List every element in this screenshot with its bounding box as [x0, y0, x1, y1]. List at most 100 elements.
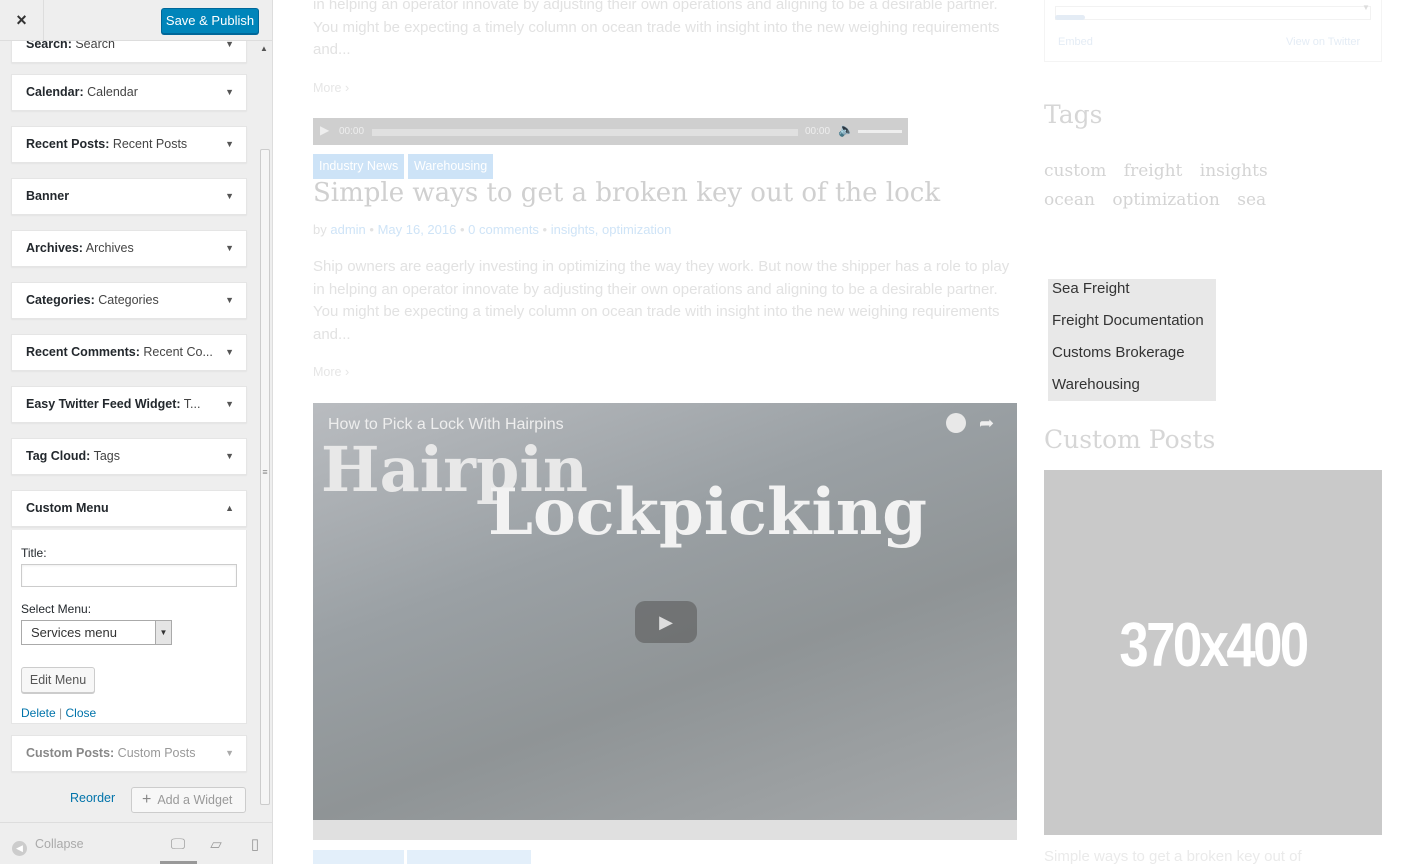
- view-on-twitter-link[interactable]: View on Twitter: [1286, 36, 1360, 48]
- placeholder-image[interactable]: 370x400: [1044, 470, 1382, 835]
- placeholder-size-label: 370x400: [1119, 611, 1309, 680]
- clock-icon[interactable]: [946, 413, 966, 433]
- category-badge[interactable]: Warehousing: [408, 154, 494, 179]
- tag-link[interactable]: custom: [1044, 161, 1106, 181]
- edit-menu-button[interactable]: Edit Menu: [21, 667, 95, 693]
- add-widget-label: Add a Widget: [157, 793, 233, 807]
- customizer-sidebar: × Save & Publish Search: Search ▼ Calend…: [0, 0, 273, 864]
- tags-heading: Tags: [1044, 100, 1103, 129]
- post-title[interactable]: Simple ways to get a broken key out of t…: [313, 178, 940, 208]
- title-label: Title:: [21, 546, 47, 560]
- chevron-down-icon[interactable]: ▼: [225, 75, 234, 110]
- audio-progress-track[interactable]: [372, 129, 798, 136]
- widget-recent-posts[interactable]: Recent Posts: Recent Posts ▼: [11, 126, 247, 163]
- comments-link[interactable]: 0 comments: [468, 222, 539, 237]
- title-input[interactable]: [21, 564, 237, 587]
- widget-title: Recent Posts: Recent Posts: [26, 137, 188, 151]
- more-link[interactable]: More ›: [313, 81, 349, 95]
- chevron-down-icon[interactable]: ▼: [225, 179, 234, 214]
- chevron-down-icon[interactable]: ▼: [225, 736, 234, 771]
- play-icon[interactable]: ▶: [320, 123, 329, 137]
- menu-item-sea-freight[interactable]: Sea Freight: [1052, 280, 1130, 297]
- widget-easy-twitter-feed[interactable]: Easy Twitter Feed Widget: T... ▼: [11, 386, 247, 423]
- widget-custom-menu[interactable]: Custom Menu ▲: [11, 490, 247, 527]
- close-icon[interactable]: ×: [0, 0, 44, 41]
- menu-item-freight-documentation[interactable]: Freight Documentation: [1052, 312, 1204, 329]
- select-menu-label: Select Menu:: [21, 602, 92, 616]
- twitter-timeline-frame: [1055, 6, 1371, 20]
- menu-item-warehousing[interactable]: Warehousing: [1052, 376, 1140, 393]
- scroll-up-arrow-icon[interactable]: ▲: [260, 44, 268, 53]
- mobile-icon[interactable]: ▯: [245, 835, 265, 855]
- twitter-embed-box: ▼ Embed View on Twitter: [1044, 0, 1382, 62]
- collapse-icon: ◀: [12, 841, 27, 856]
- grip-icon: ≡: [262, 467, 268, 477]
- video-play-button[interactable]: ▶: [635, 601, 697, 643]
- widget-banner[interactable]: Banner ▼: [11, 178, 247, 215]
- widget-title: Categories: Categories: [26, 293, 159, 307]
- menu-item-customs-brokerage[interactable]: Customs Brokerage: [1052, 344, 1185, 361]
- volume-icon[interactable]: 🔈: [838, 122, 854, 138]
- audio-current-time: 00:00: [339, 126, 365, 137]
- chevron-down-icon[interactable]: ▼: [225, 387, 234, 422]
- tags-link[interactable]: insights, optimization: [551, 222, 672, 237]
- timeline-pill: [1055, 15, 1085, 20]
- menu-select-value: Services menu: [31, 625, 117, 640]
- more-link[interactable]: More ›: [313, 365, 349, 379]
- widget-categories[interactable]: Categories: Categories ▼: [11, 282, 247, 319]
- share-icon[interactable]: ➦: [979, 413, 994, 434]
- video-title[interactable]: How to Pick a Lock With Hairpins: [328, 416, 564, 434]
- category-badge[interactable]: [313, 850, 404, 864]
- tag-link[interactable]: sea: [1237, 190, 1266, 210]
- widget-actions: Delete | Close: [21, 706, 96, 720]
- widget-list: Search: Search ▼ Calendar: Calendar ▼ Re…: [0, 41, 258, 821]
- sidebar-scrollbar[interactable]: ▲ ≡: [258, 41, 272, 821]
- add-widget-button[interactable]: + Add a Widget: [131, 787, 246, 813]
- widget-recent-comments[interactable]: Recent Comments: Recent Co... ▼: [11, 334, 247, 371]
- chevron-down-icon: ▼: [1362, 3, 1370, 12]
- chevron-up-icon[interactable]: ▲: [225, 491, 234, 526]
- widget-custom-posts[interactable]: Custom Posts: Custom Posts ▼: [11, 735, 247, 772]
- chevron-down-icon[interactable]: ▼: [225, 41, 234, 62]
- post-excerpt: in helping an operator innovate by adjus…: [313, 0, 1000, 58]
- tag-link[interactable]: freight: [1124, 161, 1183, 181]
- volume-slider[interactable]: [858, 130, 902, 133]
- widget-tag-cloud[interactable]: Tag Cloud: Tags ▼: [11, 438, 247, 475]
- close-link[interactable]: Close: [65, 706, 96, 720]
- embed-link[interactable]: Embed: [1058, 36, 1093, 48]
- date-link[interactable]: May 16, 2016: [378, 222, 457, 237]
- tablet-icon[interactable]: ▱: [206, 835, 226, 855]
- chevron-down-icon[interactable]: ▼: [225, 127, 234, 162]
- chevron-down-icon[interactable]: ▼: [225, 231, 234, 266]
- chevron-down-icon[interactable]: ▼: [225, 439, 234, 474]
- dropdown-arrow-icon[interactable]: ▼: [155, 621, 171, 644]
- tag-link[interactable]: insights: [1200, 161, 1268, 181]
- chevron-down-icon[interactable]: ▼: [225, 283, 234, 318]
- category-badge[interactable]: [407, 850, 531, 864]
- scrollbar-thumb[interactable]: ≡: [260, 149, 270, 805]
- save-publish-button[interactable]: Save & Publish: [161, 8, 259, 34]
- category-badge[interactable]: Industry News: [313, 154, 405, 179]
- tag-link[interactable]: ocean: [1044, 190, 1095, 210]
- delete-link[interactable]: Delete: [21, 706, 56, 720]
- chevron-down-icon[interactable]: ▼: [225, 335, 234, 370]
- audio-player: ▶ 00:00 00:00 🔈: [313, 118, 908, 145]
- reorder-link[interactable]: Reorder: [70, 791, 115, 805]
- video-thumbnail-text: Lockpicking: [488, 475, 927, 550]
- custom-post-title[interactable]: Simple ways to get a broken key out of: [1044, 848, 1302, 864]
- menu-select[interactable]: Services menu ▼: [21, 620, 172, 645]
- widget-calendar[interactable]: Calendar: Calendar ▼: [11, 74, 247, 111]
- widget-search[interactable]: Search: Search ▼: [11, 41, 247, 63]
- audio-duration: 00:00: [805, 126, 831, 137]
- collapse-button[interactable]: ◀ Collapse: [12, 837, 84, 856]
- video-embed[interactable]: Hairpin Lockpicking How to Pick a Lock W…: [313, 403, 1017, 840]
- widget-title: Archives: Archives: [26, 241, 134, 255]
- custom-menu-form: Title: Select Menu: Services menu ▼ Edit…: [11, 530, 247, 724]
- author-link[interactable]: admin: [330, 222, 365, 237]
- widget-archives[interactable]: Archives: Archives ▼: [11, 230, 247, 267]
- link-separator: |: [55, 706, 66, 720]
- post-excerpt: Ship owners are eagerly investing in opt…: [313, 258, 1010, 343]
- desktop-icon[interactable]: 🖵: [168, 835, 188, 855]
- widget-title: Custom Posts: Custom Posts: [26, 746, 196, 760]
- tag-link[interactable]: optimization: [1112, 190, 1220, 210]
